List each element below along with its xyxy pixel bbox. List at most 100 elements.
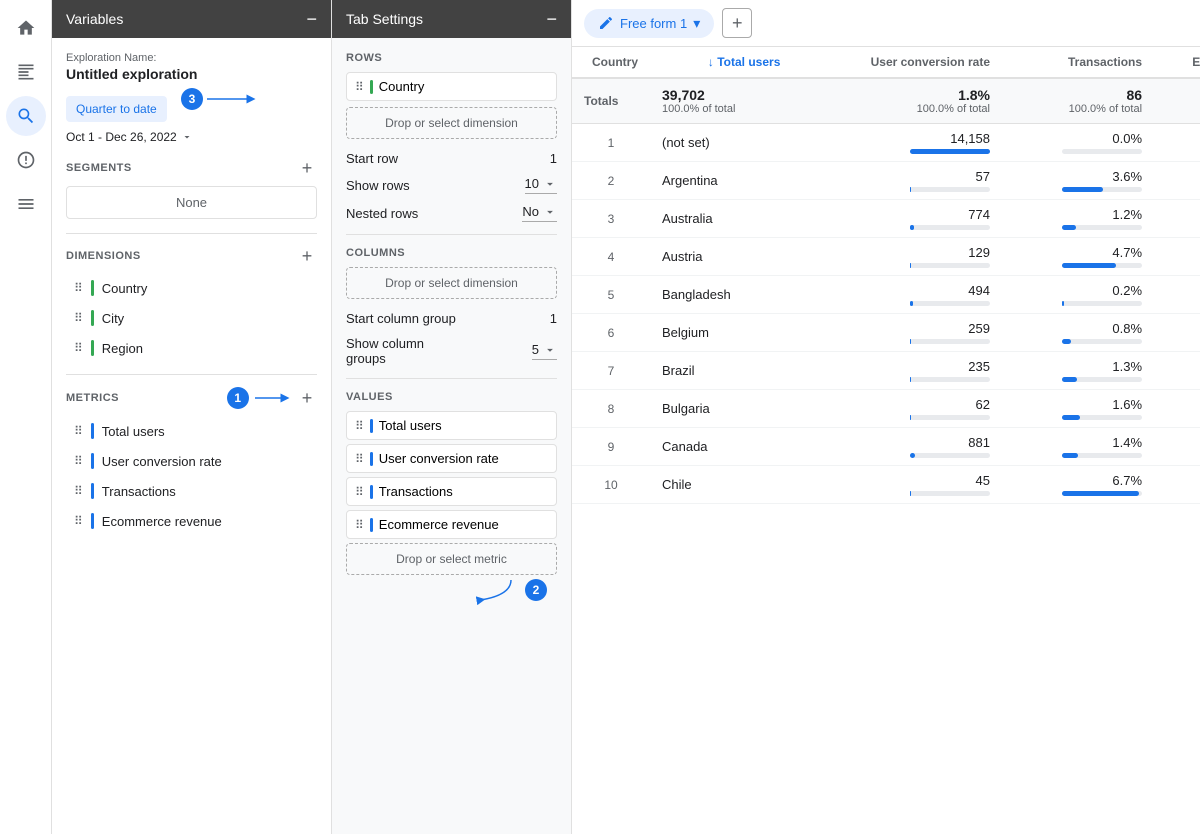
rows-drop-zone[interactable]: Drop or select dimension xyxy=(346,107,557,139)
cell-conversion-rate: 4.7% xyxy=(1002,238,1154,276)
nav-explore[interactable] xyxy=(6,96,46,136)
metric-ecommerce-label: Ecommerce revenue xyxy=(102,514,222,529)
col-header-ecom[interactable]: Ecom xyxy=(1154,47,1200,78)
rows-country-chip[interactable]: ⠿ Country xyxy=(346,72,557,101)
dimension-country[interactable]: ⠿ Country xyxy=(66,274,317,302)
col-header-transactions[interactable]: Transactions xyxy=(1002,47,1154,78)
blue-bar-total-users xyxy=(91,423,94,439)
col-header-total-users[interactable]: ↓ Total users xyxy=(650,47,792,78)
cell-rank: 1 xyxy=(572,124,650,162)
metric-transactions-label: Transactions xyxy=(102,484,176,499)
nav-home[interactable] xyxy=(6,8,46,48)
values-title: VALUES xyxy=(346,391,557,403)
blue-bar-ecommerce xyxy=(91,513,94,529)
show-rows-select[interactable]: 10 xyxy=(525,176,557,194)
cell-conversion-rate: 0.8% xyxy=(1002,314,1154,352)
variables-panel: Variables − Exploration Name: Untitled e… xyxy=(52,0,332,834)
green-bar-country xyxy=(91,280,94,296)
metrics-add-button[interactable]: + xyxy=(297,388,317,408)
cell-conversion-rate: 0.0% xyxy=(1002,124,1154,162)
nested-rows-select[interactable]: No xyxy=(522,204,557,222)
drag-handle-region: ⠿ xyxy=(74,341,83,355)
drag-handle-country: ⠿ xyxy=(74,281,83,295)
data-table: Country ↓ Total users User conversion ra… xyxy=(572,47,1200,504)
nav-configure[interactable] xyxy=(6,184,46,224)
segments-add-button[interactable]: + xyxy=(297,158,317,178)
nav-advertising[interactable] xyxy=(6,140,46,180)
drag-handle-city: ⠿ xyxy=(74,311,83,325)
dimensions-section: DIMENSIONS + xyxy=(66,246,317,266)
annotation-bubble-2: 2 xyxy=(525,579,547,601)
table-row: 10 Chile 45 6.7% 0 xyxy=(572,466,1200,504)
cell-country: Austria xyxy=(650,238,792,276)
dimension-city[interactable]: ⠿ City xyxy=(66,304,317,332)
cell-conversion-rate: 1.6% xyxy=(1002,390,1154,428)
annotation-arrow-3 xyxy=(207,89,257,109)
cell-total-users: 494 xyxy=(792,276,1002,314)
start-row-value: 1 xyxy=(550,151,557,166)
value-ecommerce[interactable]: ⠿ Ecommerce revenue xyxy=(346,510,557,539)
values-drop-zone[interactable]: Drop or select metric xyxy=(346,543,557,575)
value-total-users[interactable]: ⠿ Total users xyxy=(346,411,557,440)
col-header-conversion-rate[interactable]: User conversion rate xyxy=(792,47,1002,78)
value-transactions[interactable]: ⠿ Transactions xyxy=(346,477,557,506)
cell-country: Brazil xyxy=(650,352,792,390)
cell-transactions: 0 xyxy=(1154,276,1200,314)
value-conversion-rate[interactable]: ⠿ User conversion rate xyxy=(346,444,557,473)
table-row: 3 Australia 774 1.2% 1 xyxy=(572,200,1200,238)
exploration-name-label: Exploration Name: xyxy=(66,52,317,64)
nav-reports[interactable] xyxy=(6,52,46,92)
dimensions-add-button[interactable]: + xyxy=(297,246,317,266)
metric-transactions[interactable]: ⠿ Transactions xyxy=(66,477,317,505)
cell-total-users: 259 xyxy=(792,314,1002,352)
metric-ecommerce[interactable]: ⠿ Ecommerce revenue xyxy=(66,507,317,535)
cell-total-users: 129 xyxy=(792,238,1002,276)
table-row: 6 Belgium 259 0.8% 0 xyxy=(572,314,1200,352)
table-row: 9 Canada 881 1.4% 4 xyxy=(572,428,1200,466)
dimension-country-label: Country xyxy=(102,281,148,296)
date-badge[interactable]: Quarter to date xyxy=(66,96,167,122)
date-range[interactable]: Oct 1 - Dec 26, 2022 xyxy=(66,130,317,144)
cell-country: Argentina xyxy=(650,162,792,200)
tab-free-form-1[interactable]: Free form 1 ▾ xyxy=(584,9,714,38)
table-row: 2 Argentina 57 3.6% 1 xyxy=(572,162,1200,200)
cell-transactions: 0 xyxy=(1154,466,1200,504)
cell-country: Belgium xyxy=(650,314,792,352)
col-header-country[interactable]: Country xyxy=(572,47,650,78)
cell-rank: 3 xyxy=(572,200,650,238)
variables-title: Variables xyxy=(66,11,123,27)
cell-conversion-rate: 3.6% xyxy=(1002,162,1154,200)
dimension-city-label: City xyxy=(102,311,124,326)
tab-settings-panel-header: Tab Settings − xyxy=(332,0,571,38)
add-tab-button[interactable]: + xyxy=(722,8,752,38)
cell-transactions: 1 xyxy=(1154,200,1200,238)
nested-rows-field: Nested rows No xyxy=(346,204,557,222)
metric-conversion-rate[interactable]: ⠿ User conversion rate xyxy=(66,447,317,475)
show-rows-label: Show rows xyxy=(346,178,410,193)
cell-conversion-rate: 0.2% xyxy=(1002,276,1154,314)
cell-country: Bulgaria xyxy=(650,390,792,428)
metric-total-users[interactable]: ⠿ Total users xyxy=(66,417,317,445)
totals-label: Totals xyxy=(572,78,650,124)
cell-country: Chile xyxy=(650,466,792,504)
cell-transactions: 0 xyxy=(1154,124,1200,162)
cell-total-users: 14,158 xyxy=(792,124,1002,162)
tab-settings-minimize-button[interactable]: − xyxy=(546,10,557,28)
totals-total-users: 39,702 100.0% of total xyxy=(650,78,792,124)
annotation-arrow-1 xyxy=(255,388,291,408)
show-column-groups-label: Show column groups xyxy=(346,336,446,366)
cell-country: (not set) xyxy=(650,124,792,162)
dimension-region[interactable]: ⠿ Region xyxy=(66,334,317,362)
start-column-group-field: Start column group 1 xyxy=(346,311,557,326)
drag-handle-transactions: ⠿ xyxy=(74,484,83,498)
columns-drop-zone[interactable]: Drop or select dimension xyxy=(346,267,557,299)
show-column-groups-select[interactable]: 5 xyxy=(532,342,557,360)
cell-total-users: 881 xyxy=(792,428,1002,466)
drag-handle-conversion-rate: ⠿ xyxy=(74,454,83,468)
start-row-label: Start row xyxy=(346,151,398,166)
table-row: 5 Bangladesh 494 0.2% 0 xyxy=(572,276,1200,314)
tab-dropdown-button[interactable]: ▾ xyxy=(693,15,700,32)
variables-minimize-button[interactable]: − xyxy=(306,10,317,28)
show-rows-field: Show rows 10 xyxy=(346,176,557,194)
dimension-region-label: Region xyxy=(102,341,143,356)
